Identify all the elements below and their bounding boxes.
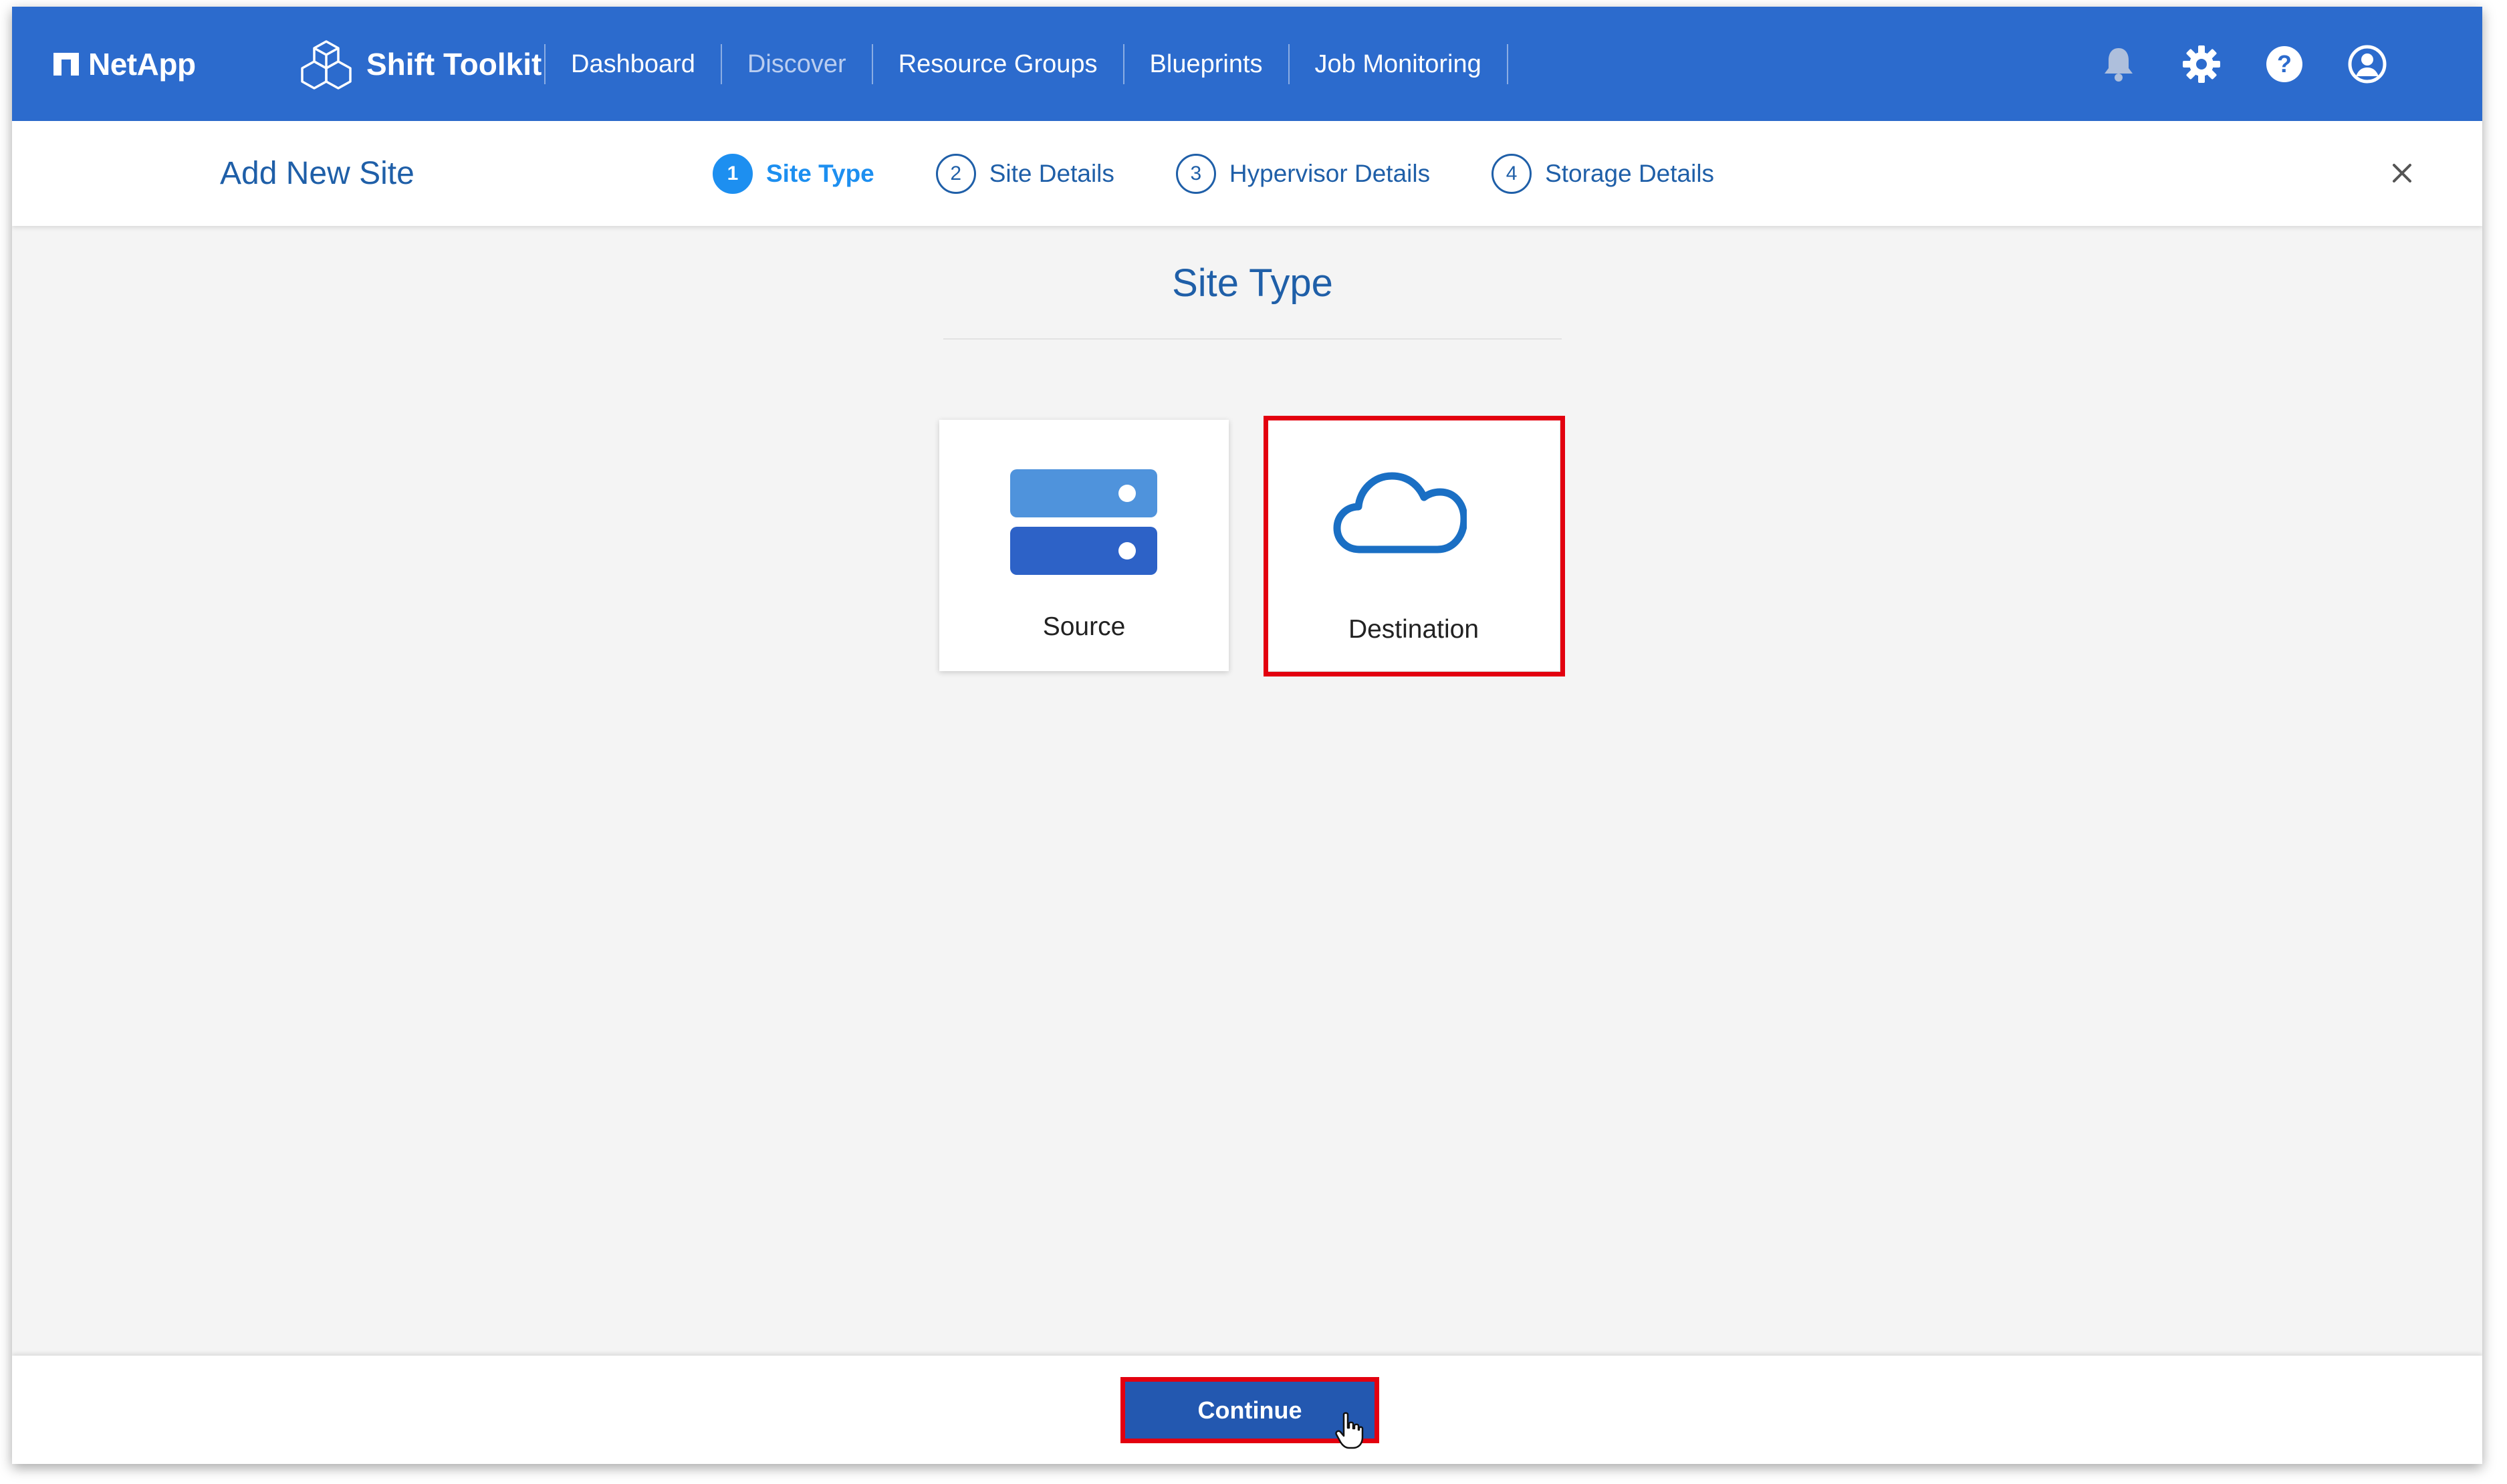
- wizard-title: Add New Site: [220, 156, 414, 191]
- source-option-label: Source: [1042, 612, 1126, 641]
- user-icon[interactable]: [2346, 43, 2389, 86]
- main-nav: Dashboard Discover Resource Groups Bluep…: [544, 7, 1508, 121]
- wizard-steps: 1 Site Type 2 Site Details 3 Hypervisor …: [713, 121, 1776, 226]
- hand-cursor-icon: [1335, 1412, 1364, 1449]
- product-title[interactable]: Shift Toolkit: [300, 7, 542, 121]
- step-storage-details[interactable]: 4 Storage Details: [1491, 153, 1715, 194]
- bell-icon[interactable]: [2097, 43, 2140, 86]
- close-button[interactable]: [2381, 152, 2423, 195]
- step-site-details[interactable]: 2 Site Details: [935, 153, 1114, 194]
- nav-divider: [1506, 43, 1508, 84]
- app-window: NetApp Shift Toolkit Dashboard Discover …: [12, 7, 2482, 1464]
- nav-discover[interactable]: Discover: [720, 43, 872, 84]
- step-label: Site Type: [766, 159, 874, 187]
- step-number: 1: [713, 153, 753, 194]
- product-name: Shift Toolkit: [366, 46, 542, 82]
- nav-dashboard[interactable]: Dashboard: [544, 43, 721, 84]
- step-hypervisor-details[interactable]: 3 Hypervisor Details: [1175, 153, 1431, 194]
- top-navigation-bar: NetApp Shift Toolkit Dashboard Discover …: [12, 7, 2482, 121]
- step-number: 2: [935, 153, 976, 194]
- gear-icon[interactable]: [2180, 43, 2223, 86]
- section-title: Site Type: [1172, 261, 1333, 305]
- help-icon[interactable]: ?: [2263, 43, 2306, 86]
- step-label: Hypervisor Details: [1229, 159, 1431, 187]
- step-label: Storage Details: [1545, 159, 1715, 187]
- shift-toolkit-icon: [301, 39, 352, 90]
- header-actions: ?: [2097, 7, 2389, 121]
- wizard-header: Add New Site 1 Site Type 2 Site Details …: [12, 121, 2482, 226]
- nav-blueprints[interactable]: Blueprints: [1122, 43, 1288, 84]
- cloud-icon: [1333, 472, 1467, 553]
- close-icon: [2393, 164, 2411, 182]
- server-icon: [1010, 469, 1157, 575]
- netapp-logo-mark-icon: [53, 52, 79, 76]
- step-number: 4: [1491, 153, 1532, 194]
- svg-text:?: ?: [2277, 50, 2292, 78]
- step-number: 3: [1175, 153, 1216, 194]
- brand-name: NetApp: [88, 46, 196, 82]
- destination-option-card[interactable]: Destination: [1268, 420, 1560, 671]
- nav-job-monitoring[interactable]: Job Monitoring: [1288, 43, 1507, 84]
- source-option-card[interactable]: Source: [939, 420, 1229, 671]
- step-site-type[interactable]: 1 Site Type: [713, 153, 874, 194]
- step-label: Site Details: [989, 159, 1114, 187]
- section-divider: [943, 338, 1562, 340]
- destination-option-label: Destination: [1348, 615, 1479, 644]
- netapp-logo[interactable]: NetApp: [53, 7, 196, 121]
- nav-resource-groups[interactable]: Resource Groups: [871, 43, 1123, 84]
